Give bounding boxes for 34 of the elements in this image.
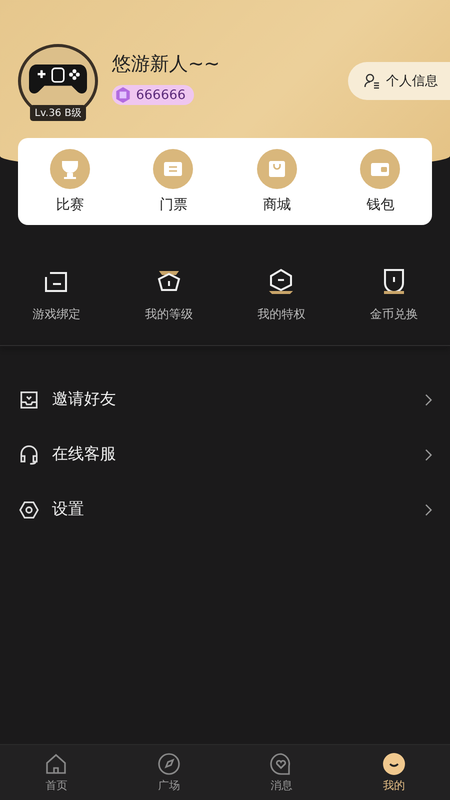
settings-icon	[18, 498, 40, 520]
smiley-icon	[382, 752, 406, 776]
trophy-icon	[50, 149, 90, 189]
tab[interactable]: 首页	[0, 745, 112, 800]
quick-action[interactable]: 比赛	[18, 149, 122, 214]
menu-item[interactable]: 邀请好友	[0, 372, 450, 427]
username: 悠游新人~~	[112, 52, 220, 77]
feature-item[interactable]: 金币兑换	[338, 265, 450, 323]
ticket-icon	[153, 149, 194, 189]
gem-icon	[114, 86, 132, 104]
level-badge: Lv.36 B级	[30, 105, 86, 121]
shopping-bag-icon	[256, 149, 297, 189]
profile-info-button[interactable]: 个人信息	[348, 62, 450, 100]
feature-item[interactable]: 游戏绑定	[0, 265, 112, 323]
quick-action[interactable]: 钱包	[328, 149, 432, 214]
tab[interactable]: 我的	[338, 745, 450, 800]
menu-item[interactable]: 设置	[0, 482, 450, 537]
compass-icon	[156, 752, 181, 776]
feature-item[interactable]: 我的特权	[225, 265, 338, 323]
chevron-right-icon	[425, 448, 432, 460]
tab[interactable]: 广场	[112, 745, 225, 800]
wallet-icon	[360, 149, 400, 189]
coin-count: 666666	[136, 88, 186, 102]
feature-item[interactable]: 我的等级	[112, 265, 225, 323]
quick-action[interactable]: 商城	[225, 149, 328, 214]
user-list-icon	[364, 73, 380, 89]
home-icon	[44, 752, 68, 776]
envelope-icon	[18, 388, 40, 410]
menu-item[interactable]: 在线客服	[0, 427, 450, 482]
tab[interactable]: 消息	[225, 745, 338, 800]
headset-icon	[18, 444, 40, 466]
chevron-right-icon	[425, 504, 432, 516]
quick-action[interactable]: 门票	[122, 149, 225, 214]
chevron-right-icon	[425, 394, 432, 406]
